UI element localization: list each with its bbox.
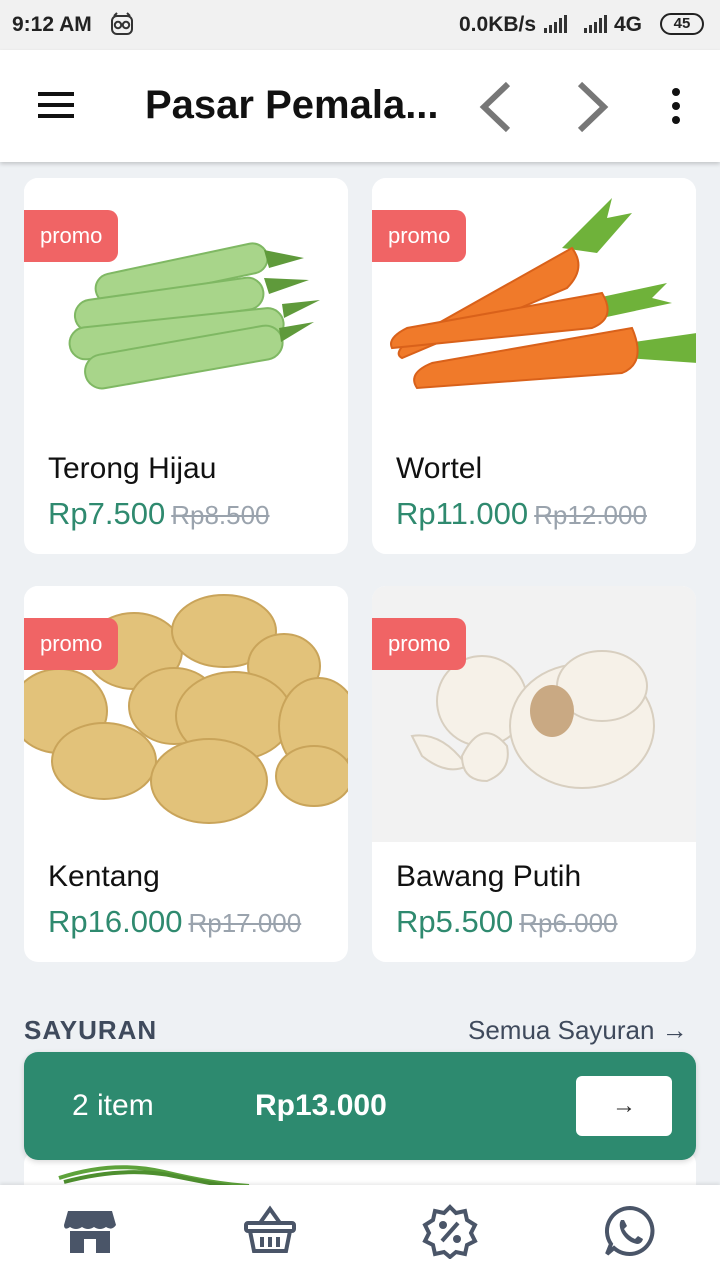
cart-total: Rp13.000 (255, 1089, 387, 1122)
product-name: Wortel (396, 452, 483, 485)
old-price: Rp8.500 (171, 500, 270, 530)
page-title: Pasar Pemala... (145, 83, 439, 127)
product-price: Rp7.500 Rp8.500 (48, 496, 270, 532)
promo-badge: promo (24, 618, 119, 670)
cart-item-count: 2 item (72, 1089, 154, 1122)
product-price: Rp16.000 Rp17.000 (48, 904, 301, 940)
current-price: Rp11.000 (396, 496, 529, 531)
network-type: 4G (614, 13, 643, 36)
chevron-left-icon[interactable] (476, 80, 516, 134)
product-name: Kentang (48, 860, 160, 893)
hamburger-menu-icon[interactable] (36, 88, 76, 122)
whatsapp-icon[interactable] (602, 1203, 658, 1259)
old-price: Rp17.000 (188, 908, 302, 938)
product-card[interactable]: promo Bawang Putih Rp5.500 Rp6.000 (372, 586, 696, 962)
more-vert-icon[interactable] (660, 86, 692, 126)
promo-badge: promo (372, 618, 467, 670)
old-price: Rp12.000 (534, 500, 647, 530)
section-title: SAYURAN (24, 1015, 158, 1045)
promo-badge: promo (24, 210, 119, 262)
promo-badge: promo (372, 210, 467, 262)
old-price: Rp6.000 (519, 908, 618, 938)
product-card[interactable]: promo Kentang Rp16.000 Rp17.000 (24, 586, 348, 962)
product-name: Terong Hijau (48, 452, 217, 485)
current-price: Rp16.000 (48, 904, 183, 939)
battery-indicator: 45 (660, 13, 704, 35)
cart-summary-bar[interactable]: 2 item Rp13.000 → (24, 1052, 696, 1160)
signal-icon (584, 15, 607, 33)
store-icon[interactable] (62, 1203, 118, 1259)
signal-icon (544, 15, 567, 33)
product-price: Rp11.000 Rp12.000 (396, 496, 647, 532)
bottom-navigation (0, 1185, 720, 1280)
product-card[interactable]: promo Terong Hijau Rp7.500 Rp8.500 (24, 178, 348, 554)
current-price: Rp7.500 (48, 496, 166, 531)
chevron-right-icon[interactable] (572, 80, 612, 134)
promo-badge-icon[interactable] (422, 1203, 478, 1259)
product-price: Rp5.500 Rp6.000 (396, 904, 618, 940)
product-name: Bawang Putih (396, 860, 582, 893)
checkout-arrow-button[interactable]: → (576, 1076, 672, 1136)
see-all-link[interactable]: Semua Sayuran → (468, 1015, 688, 1046)
status-time: 9:12 AM (12, 13, 92, 36)
app-bar: Pasar Pemala... (0, 50, 720, 162)
network-speed: 0.0KB/s (459, 13, 537, 36)
basket-icon[interactable] (242, 1203, 298, 1259)
owl-app-icon (111, 12, 133, 35)
status-bar: 9:12 AM 0.0KB/s 4G 45 (0, 0, 720, 50)
product-card[interactable]: promo Wortel Rp11.000 Rp12.000 (372, 178, 696, 554)
current-price: Rp5.500 (396, 904, 514, 939)
